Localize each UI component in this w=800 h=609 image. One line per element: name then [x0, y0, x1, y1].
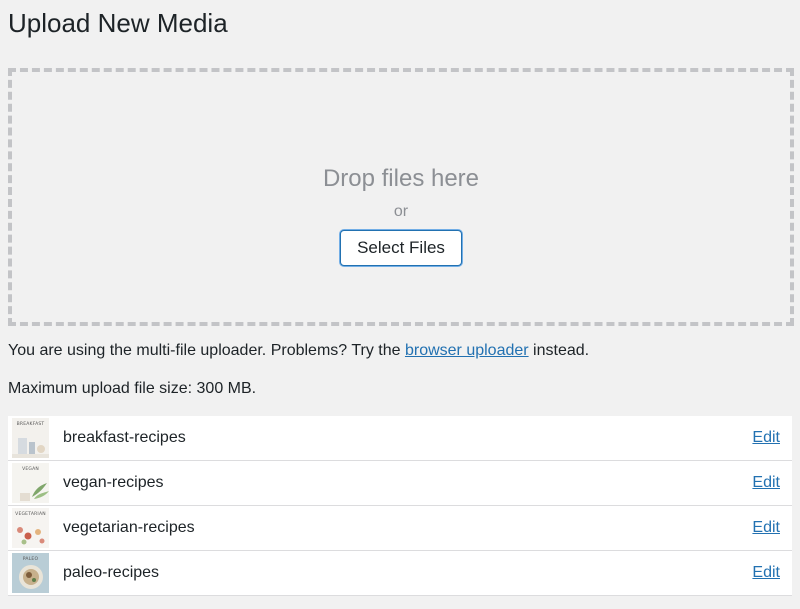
edit-link[interactable]: Edit — [752, 428, 780, 448]
thumbnail-caption: VEGAN — [22, 467, 39, 472]
media-filename: paleo-recipes — [63, 564, 160, 581]
thumbnail-caption: BREAKFAST — [16, 422, 45, 427]
multi-uploader-text: You are using the multi-file uploader. P… — [8, 342, 401, 359]
edit-link[interactable]: Edit — [752, 563, 780, 583]
media-filename: vegan-recipes — [63, 474, 164, 491]
edit-link[interactable]: Edit — [752, 518, 780, 538]
max-upload-size: Maximum upload file size: 300 MB. — [8, 380, 257, 397]
select-files-button[interactable]: Select Files — [340, 230, 462, 266]
media-filename: vegetarian-recipes — [63, 519, 195, 536]
multi-file-uploader-notice: You are using the multi-file uploader. P… — [8, 341, 589, 361]
drop-zone[interactable]: Drop files here or Select Files — [8, 68, 794, 326]
media-thumbnail: VEGAN — [12, 463, 49, 503]
media-item-vegetarian: VEGETARIAN vegetarian-recipes Edit — [8, 506, 792, 551]
upload-media-page: Upload New Media Drop files here or Sele… — [0, 0, 800, 609]
thumbnail-caption: PALEO — [22, 557, 39, 562]
uploaded-media-list: BREAKFAST breakfast-recipes Edit VEGAN v… — [8, 416, 792, 596]
drop-zone-inner: Drop files here or Select Files — [12, 164, 790, 266]
media-thumbnail: VEGETARIAN — [12, 508, 49, 548]
media-thumbnail: PALEO — [12, 553, 49, 593]
media-filename: breakfast-recipes — [63, 429, 186, 446]
multi-uploader-suffix: instead. — [533, 342, 590, 359]
or-text: or — [393, 203, 409, 220]
page-title: Upload New Media — [8, 8, 228, 38]
media-item-vegan: VEGAN vegan-recipes Edit — [8, 461, 792, 506]
media-item-paleo: PALEO paleo-recipes Edit — [8, 551, 792, 596]
media-thumbnail: BREAKFAST — [12, 418, 49, 458]
drop-files-text: Drop files here — [322, 165, 480, 192]
thumbnail-caption: VEGETARIAN — [15, 512, 46, 517]
media-item-breakfast: BREAKFAST breakfast-recipes Edit — [8, 416, 792, 461]
edit-link[interactable]: Edit — [752, 473, 780, 493]
browser-uploader-link[interactable]: browser uploader — [405, 342, 529, 359]
